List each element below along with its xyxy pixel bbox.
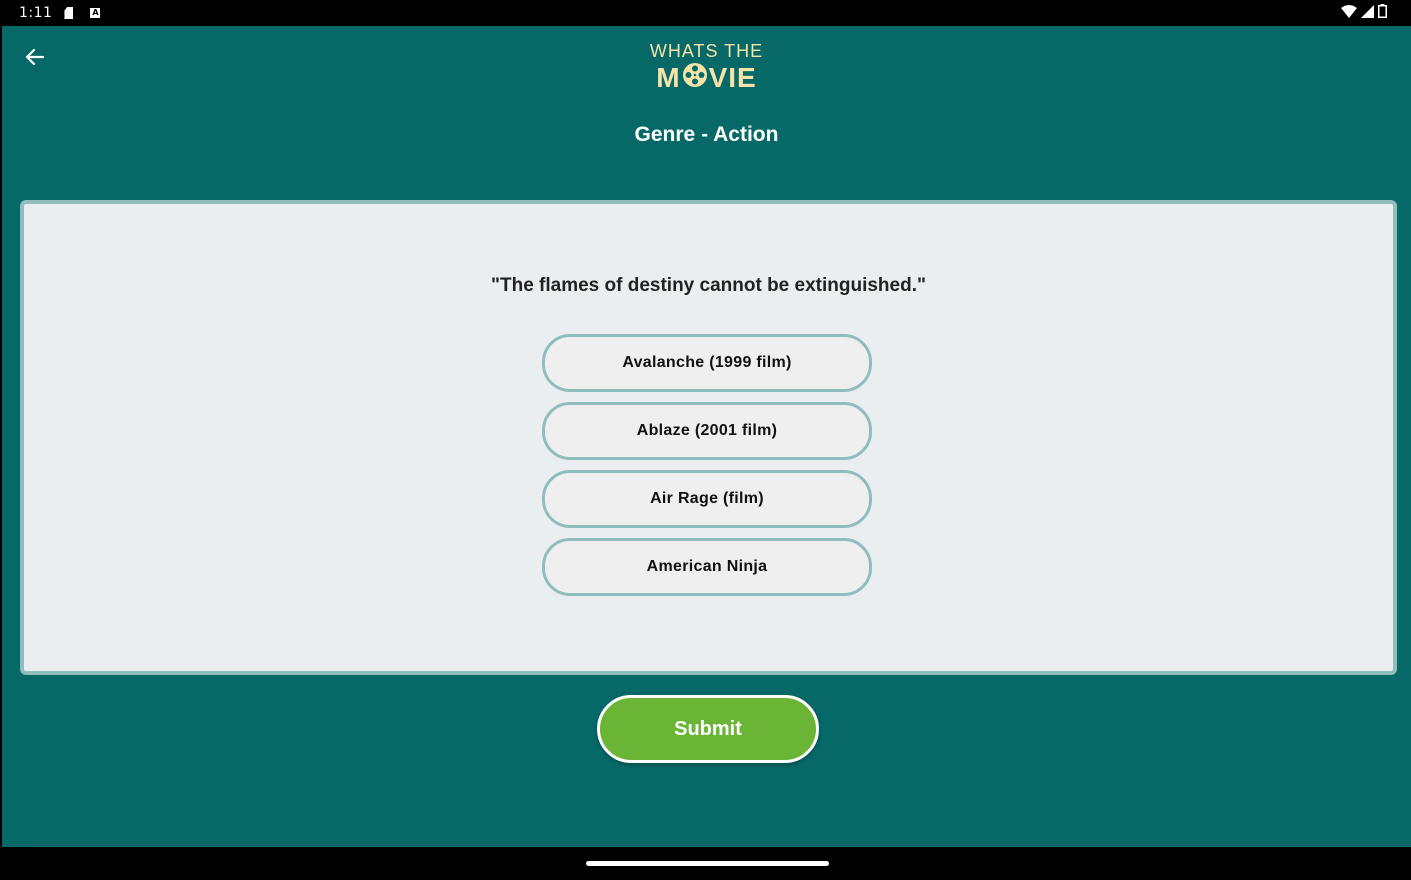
logo-letters-vie: VIE bbox=[708, 62, 757, 93]
status-time: 1:11 bbox=[19, 5, 53, 21]
question-card: "The flames of destiny cannot be extingu… bbox=[20, 200, 1397, 675]
status-bar: 1:11 A bbox=[0, 0, 1411, 26]
answer-option[interactable]: Avalanche (1999 film) bbox=[542, 334, 872, 392]
logo-line1: WHATS THE bbox=[649, 41, 764, 61]
navigation-bar bbox=[0, 847, 1411, 880]
logo-letter-m: M bbox=[656, 62, 681, 93]
movie-quote: "The flames of destiny cannot be extingu… bbox=[490, 275, 927, 296]
battery-icon bbox=[1378, 4, 1387, 22]
answer-option[interactable]: Air Rage (film) bbox=[542, 470, 872, 528]
app-logo: WHATS THE M VIE bbox=[2, 40, 1411, 94]
wifi-icon bbox=[1341, 4, 1357, 22]
answer-options: Avalanche (1999 film) Ablaze (2001 film)… bbox=[542, 334, 872, 596]
home-gesture-handle[interactable] bbox=[586, 861, 829, 866]
answer-option[interactable]: American Ninja bbox=[542, 538, 872, 596]
signal-icon bbox=[1361, 4, 1374, 22]
a-notification-icon: A bbox=[90, 8, 101, 18]
genre-title: Genre - Action bbox=[634, 123, 779, 146]
film-reel-icon bbox=[682, 62, 708, 94]
answer-option[interactable]: Ablaze (2001 film) bbox=[542, 402, 872, 460]
logo-line2: M VIE bbox=[656, 62, 756, 94]
sd-card-icon bbox=[64, 7, 74, 19]
app-screen: WHATS THE M VIE Genre - Action "The flam… bbox=[2, 26, 1411, 847]
submit-button[interactable]: Submit bbox=[597, 695, 819, 763]
